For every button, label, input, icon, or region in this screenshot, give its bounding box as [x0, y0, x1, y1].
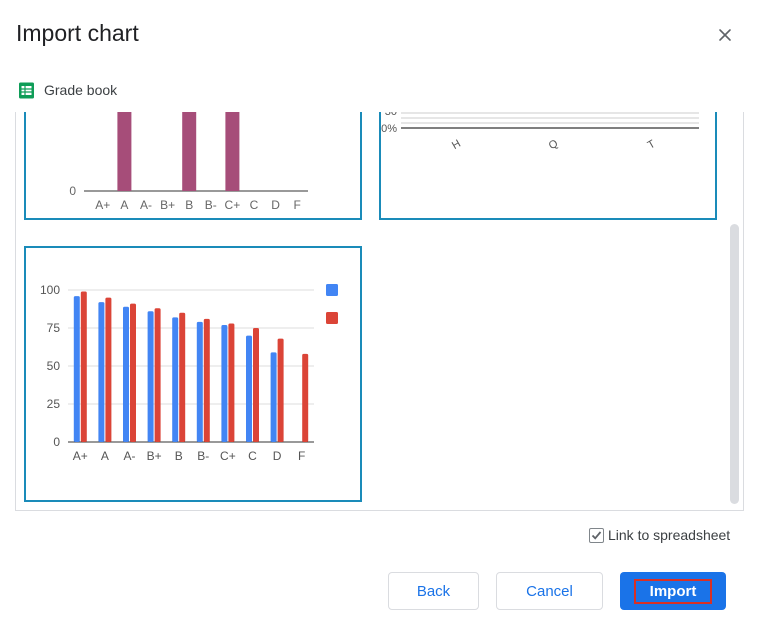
x-tick-label: B-	[205, 198, 217, 212]
cancel-button[interactable]: Cancel	[496, 572, 603, 610]
checkmark-icon	[591, 530, 602, 540]
x-tick-label: C+	[225, 198, 241, 212]
chart-2: 30 0% H Q T	[381, 112, 699, 152]
x-tick-label: D	[271, 198, 280, 212]
x-tick-label: Q	[547, 137, 561, 152]
bar-series-1	[270, 352, 277, 442]
scrollbar-thumb[interactable]	[730, 224, 739, 504]
x-tick-label: F	[294, 198, 301, 212]
y-tick-label: 30	[385, 112, 397, 118]
x-tick-label: A-	[140, 198, 152, 212]
bar	[182, 112, 197, 191]
y-tick-label: 50	[47, 359, 61, 373]
x-tick-label: H	[450, 138, 463, 152]
bar-series-1	[73, 296, 80, 442]
x-tick-label: A	[101, 449, 109, 463]
sheets-icon	[19, 82, 34, 98]
bar-series-2	[228, 323, 235, 442]
chart-card-2[interactable]: 30 0% H Q T	[379, 112, 717, 220]
x-tick-label: A+	[73, 449, 88, 463]
file-name: Grade book	[44, 82, 118, 98]
link-checkbox[interactable]	[589, 527, 604, 543]
x-tick-label: D	[273, 449, 282, 463]
bar-series-2	[179, 312, 186, 442]
chart-card-3[interactable]: 0 25 50 75 100 A+ A A- B+ B B- C+ C D F	[24, 246, 362, 502]
y-tick-label: 0	[69, 184, 76, 198]
x-tick-label: F	[298, 449, 305, 463]
y-tick-label: 100	[40, 283, 60, 297]
bar	[225, 112, 240, 191]
bar-series-1	[98, 302, 105, 442]
close-icon[interactable]	[712, 22, 738, 48]
bar-series-1	[246, 335, 252, 442]
bar-series-1	[221, 324, 228, 442]
x-tick-label: B+	[160, 198, 175, 212]
bar-series-2	[105, 297, 112, 442]
bar-series-1	[147, 311, 154, 442]
chart-3: 0 25 50 75 100 A+ A A- B+ B B- C+ C D F	[40, 283, 338, 463]
bar-series-1	[123, 306, 129, 442]
x-tick-label: B	[185, 198, 193, 212]
chart-1: 05A+ A A- B+ B B- C+ C D F	[69, 112, 308, 212]
y-tick-label: 0%	[381, 123, 397, 135]
x-tick-label: C	[248, 449, 257, 463]
link-label: Link to spreadsheet	[608, 527, 731, 543]
chart-list-panel[interactable]: 0 5 A+ A A- B+ B B- C+ C D F 30 0% H Q T 0 25 50 75 100 A+ A A…	[15, 112, 744, 511]
x-tick-label: C	[250, 198, 259, 212]
y-tick-label: 25	[47, 397, 61, 411]
x-tick-label: B-	[197, 449, 209, 463]
link-to-spreadsheet-option[interactable]: Link to spreadsheet	[589, 527, 730, 543]
x-tick-label: C+	[220, 449, 236, 463]
bar-series-2	[302, 353, 309, 442]
back-button[interactable]: Back	[388, 572, 479, 610]
bar-series-2	[80, 291, 87, 442]
x-tick-label: T	[646, 138, 658, 152]
bar-series-2	[130, 303, 136, 442]
chart-card-1[interactable]: 0 5 A+ A A- B+ B B- C+ C D F	[24, 112, 362, 220]
import-button[interactable]: Import	[620, 572, 726, 610]
bar-series-2	[277, 338, 284, 442]
bar-series-2	[154, 308, 161, 442]
legend-swatch	[326, 312, 338, 324]
x-tick-label: A-	[124, 449, 136, 463]
bar-series-2	[203, 318, 210, 442]
bar-series-1	[196, 321, 203, 442]
bar	[117, 112, 132, 191]
import-button-label: Import	[633, 578, 713, 604]
dialog-title: Import chart	[16, 20, 139, 46]
y-tick-label: 0	[53, 435, 60, 449]
file-row: Grade book	[18, 80, 117, 100]
x-tick-label: B	[175, 449, 183, 463]
legend-swatch	[326, 284, 338, 296]
x-tick-label: B+	[147, 449, 162, 463]
x-tick-label: A	[120, 198, 128, 212]
y-tick-label: 75	[47, 321, 61, 335]
bar-series-1	[172, 317, 179, 442]
bar-series-2	[253, 328, 259, 442]
x-tick-label: A+	[95, 198, 110, 212]
